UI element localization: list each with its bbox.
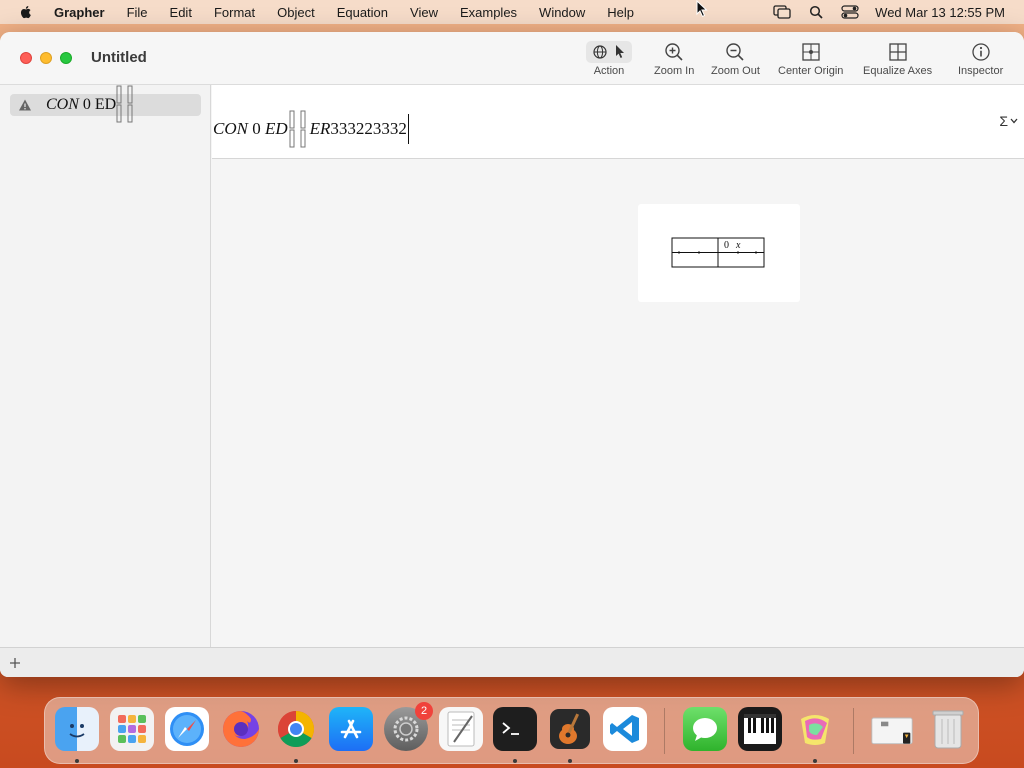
grapher-running-indicator: [813, 759, 817, 763]
menu-object[interactable]: Object: [277, 5, 315, 20]
plus-icon: [10, 658, 20, 668]
eq-part-digits: 333223332: [330, 119, 407, 138]
matrix-placeholder-icon: [289, 110, 306, 148]
equation-symbols-menu[interactable]: Σ: [999, 113, 1018, 129]
menubar-clock[interactable]: Wed Mar 13 12:55 PM: [875, 5, 1005, 20]
finder-running-indicator: [75, 759, 79, 763]
equation-list-sidebar: CON 0 ED: [0, 85, 211, 647]
vscode-icon[interactable]: [603, 707, 647, 751]
center-origin-icon: [802, 43, 820, 61]
piano-app-icon[interactable]: [738, 707, 782, 751]
zoom-out-label: Zoom Out: [711, 65, 760, 77]
menu-app-name[interactable]: Grapher: [54, 5, 105, 20]
bottom-bar: [0, 647, 1024, 677]
chevron-down-icon: [1010, 118, 1018, 124]
inspector-button[interactable]: Inspector: [958, 41, 1003, 77]
dock-separator: [664, 708, 665, 754]
sidebar-equation-text: CON 0 ED: [46, 96, 116, 114]
pointer-icon: [616, 45, 624, 58]
sidebar-eq-rest: 0 ED: [78, 96, 117, 113]
menu-examples[interactable]: Examples: [460, 5, 517, 20]
garageband-running-indicator: [568, 759, 572, 763]
globe-icon: [593, 45, 607, 59]
center-origin-button[interactable]: Center Origin: [778, 41, 843, 77]
menubar-status-area: Wed Mar 13 12:55 PM: [773, 0, 1024, 24]
apple-menu-icon[interactable]: [18, 4, 34, 20]
finder-icon[interactable]: [55, 707, 99, 751]
eq-part-ed: ED: [264, 119, 288, 138]
menu-format[interactable]: Format: [214, 5, 255, 20]
menu-bar: Grapher File Edit Format Object Equation…: [0, 0, 1024, 24]
grapher-window: Untitled Action Zoom In Zoom Out Center …: [0, 32, 1024, 677]
menu-file[interactable]: File: [127, 5, 148, 20]
trash-icon[interactable]: [926, 707, 970, 751]
text-caret: [407, 114, 409, 144]
chrome-running-indicator: [294, 759, 298, 763]
equalize-axes-icon: [888, 43, 907, 61]
equalize-axes-label: Equalize Axes: [863, 65, 933, 77]
menu-edit[interactable]: Edit: [170, 5, 192, 20]
screen-mirroring-icon[interactable]: [773, 5, 791, 19]
app-store-icon[interactable]: [329, 707, 373, 751]
zoom-out-button[interactable]: Zoom Out: [711, 41, 760, 77]
zoom-in-button[interactable]: Zoom In: [654, 41, 694, 77]
equation-text[interactable]: CON 0 ED ER 333223332: [213, 109, 409, 149]
notification-badge: 2: [415, 702, 433, 720]
chrome-icon[interactable]: [274, 707, 318, 751]
grapher-app-icon[interactable]: [793, 707, 837, 751]
action-label: Action: [593, 65, 625, 77]
textedit-icon[interactable]: [439, 707, 483, 751]
sidebar-eq-italic: CON: [46, 96, 79, 113]
equation-editor[interactable]: CON 0 ED ER 333223332 Σ: [212, 85, 1024, 159]
equalize-axes-button[interactable]: Equalize Axes: [863, 41, 932, 77]
terminal-icon[interactable]: [493, 707, 537, 751]
eq-part-zero: 0: [247, 119, 265, 138]
maximize-window-button[interactable]: [60, 52, 72, 64]
title-bar: Untitled Action Zoom In Zoom Out Center …: [0, 32, 1024, 85]
window-title: Untitled: [91, 49, 147, 66]
action-button[interactable]: Action: [586, 41, 632, 77]
graph-preview-card: 0 x: [638, 204, 800, 302]
graph-axis-label: x: [735, 240, 741, 251]
equation-list-item[interactable]: CON 0 ED: [10, 85, 201, 123]
messages-icon[interactable]: [683, 707, 727, 751]
zoom-out-icon: [726, 43, 745, 61]
spotlight-search-icon[interactable]: [807, 5, 825, 19]
preview-icon[interactable]: [870, 707, 914, 751]
menu-equation[interactable]: Equation: [337, 5, 388, 20]
close-window-button[interactable]: [20, 52, 32, 64]
minimize-window-button[interactable]: [40, 52, 52, 64]
zoom-in-label: Zoom In: [654, 65, 695, 77]
graph-canvas[interactable]: 0 x: [212, 160, 1024, 647]
garageband-icon[interactable]: [548, 707, 592, 751]
eq-part-con: CON: [213, 119, 248, 138]
eq-part-er: ER: [309, 119, 331, 138]
inspector-label: Inspector: [958, 65, 1004, 77]
matrix-bracket-icon: [116, 85, 133, 123]
graph-preview-plot: 0 x: [671, 237, 765, 268]
dock-separator-2: [853, 708, 854, 754]
center-origin-label: Center Origin: [778, 65, 844, 77]
sigma-icon: Σ: [999, 113, 1008, 129]
menu-view[interactable]: View: [410, 5, 438, 20]
launchpad-icon[interactable]: [110, 707, 154, 751]
add-equation-button[interactable]: [9, 654, 21, 674]
firefox-icon[interactable]: [219, 707, 263, 751]
info-icon: [971, 43, 990, 61]
dock: 2: [44, 697, 979, 764]
mouse-pointer-icon: [696, 0, 708, 18]
menu-window[interactable]: Window: [539, 5, 585, 20]
terminal-running-indicator: [513, 759, 517, 763]
zoom-in-icon: [665, 43, 683, 61]
menu-help[interactable]: Help: [607, 5, 634, 20]
control-center-icon[interactable]: [841, 5, 859, 19]
graph-origin-label: 0: [724, 240, 729, 251]
system-settings-icon[interactable]: 2: [384, 702, 433, 751]
safari-icon[interactable]: [165, 707, 209, 751]
warning-icon: [19, 99, 31, 111]
